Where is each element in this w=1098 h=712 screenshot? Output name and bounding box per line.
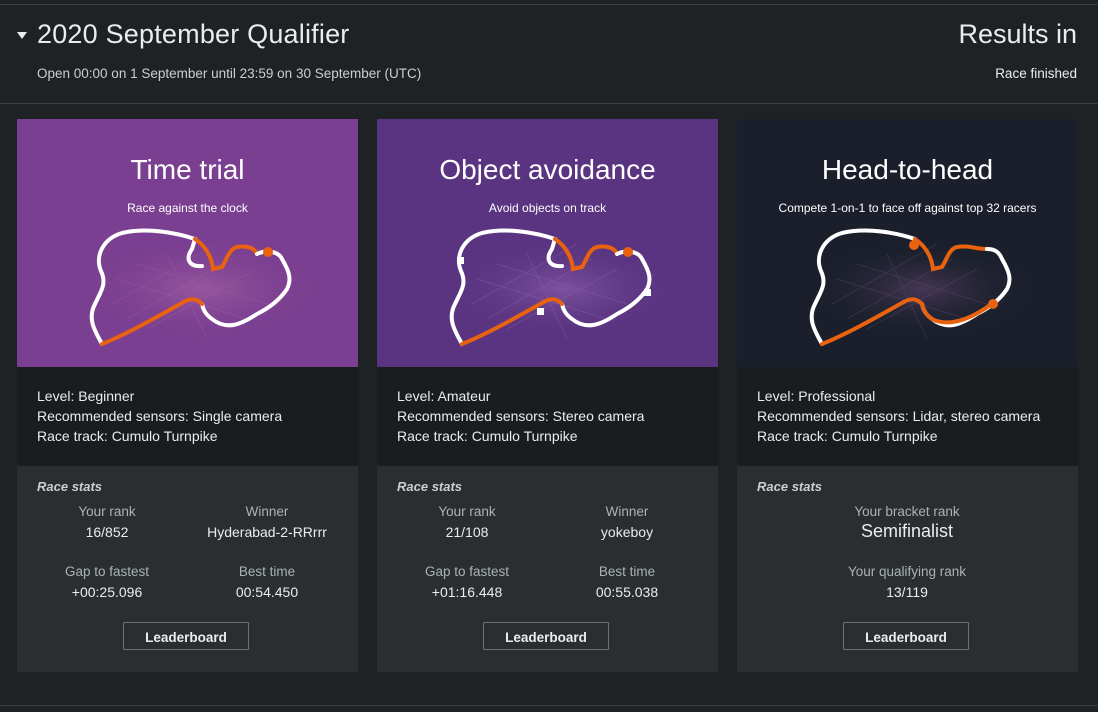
card-hero: Head-to-head Compete 1-on-1 to face off … bbox=[737, 119, 1078, 367]
level-text: Level: Professional bbox=[757, 388, 876, 404]
card-title: Object avoidance bbox=[439, 154, 656, 185]
qualifying-rank-value: 13/119 bbox=[886, 584, 928, 600]
card-subtitle: Avoid objects on track bbox=[488, 201, 607, 215]
race-stats-title: Race stats bbox=[757, 479, 823, 494]
winner-label: Winner bbox=[245, 504, 289, 519]
leaderboard-button[interactable]: Leaderboard bbox=[123, 622, 249, 650]
best-time-stat: Best time 00:55.038 bbox=[547, 564, 707, 600]
card-subtitle: Compete 1-on-1 to face off against top 3… bbox=[778, 201, 1037, 215]
best-time-value: 00:54.450 bbox=[235, 584, 299, 600]
sensors-text: Recommended sensors: Lidar, stereo camer… bbox=[757, 408, 1041, 424]
card-hero: Object avoidance Avoid objects on track bbox=[377, 119, 718, 367]
page-title[interactable]: 2020 September Qualifier bbox=[37, 19, 349, 50]
race-track-illustration bbox=[442, 228, 682, 346]
race-stats-title: Race stats bbox=[37, 479, 103, 494]
track-text: Race track: Cumulo Turnpike bbox=[37, 428, 218, 444]
race-window: Open 00:00 on 1 September until 23:59 on… bbox=[37, 66, 422, 81]
results-countdown: Results in bbox=[958, 19, 1077, 49]
winner-stat: Winner yokeboy bbox=[547, 504, 707, 540]
bracket-rank-stat: Your bracket rank Semifinalist bbox=[807, 504, 1007, 542]
track-text: Race track: Cumulo Turnpike bbox=[397, 428, 578, 444]
winner-label: Winner bbox=[605, 504, 649, 519]
card-title: Time trial bbox=[130, 154, 245, 185]
rank-value: 16/852 bbox=[85, 524, 129, 540]
card-time-trial: Time trial Race against the clock Level:… bbox=[17, 119, 358, 672]
gap-label: Gap to fastest bbox=[424, 564, 510, 579]
race-stats: Race stats Your bracket rank Semifinalis… bbox=[737, 466, 1078, 672]
level-text: Level: Beginner bbox=[37, 388, 135, 404]
race-track-illustration bbox=[802, 228, 1042, 346]
best-time-label: Best time bbox=[598, 564, 656, 579]
collapse-caret-icon[interactable] bbox=[17, 32, 27, 39]
sensors-text: Recommended sensors: Single camera bbox=[37, 408, 283, 424]
race-status: Race finished bbox=[995, 66, 1077, 81]
bracket-rank-value: Semifinalist bbox=[860, 521, 954, 541]
card-title: Head-to-head bbox=[821, 154, 994, 185]
leaderboard-button[interactable]: Leaderboard bbox=[843, 622, 969, 650]
level-text: Level: Amateur bbox=[397, 388, 491, 404]
card-details: Level: Professional Recommended sensors:… bbox=[737, 367, 1078, 466]
track-text: Race track: Cumulo Turnpike bbox=[757, 428, 938, 444]
header-divider bbox=[0, 103, 1098, 104]
card-subtitle: Race against the clock bbox=[127, 201, 248, 215]
race-stats: Race stats Your rank 21/108 Winner yokeb… bbox=[377, 466, 718, 672]
best-time-stat: Best time 00:54.450 bbox=[187, 564, 347, 600]
qualifier-header: 2020 September Qualifier Open 00:00 on 1… bbox=[0, 5, 1098, 103]
leaderboard-button[interactable]: Leaderboard bbox=[483, 622, 609, 650]
rank-stat: Your rank 16/852 bbox=[27, 504, 187, 540]
race-stats-title: Race stats bbox=[397, 479, 463, 494]
sensors-text: Recommended sensors: Stereo camera bbox=[397, 408, 645, 424]
best-time-value: 00:55.038 bbox=[595, 584, 659, 600]
winner-value: Hyderabad-2-RRrrr bbox=[207, 524, 327, 540]
rank-value: 21/108 bbox=[445, 524, 489, 540]
gap-value: +00:25.096 bbox=[71, 584, 143, 600]
rank-stat: Your rank 21/108 bbox=[387, 504, 547, 540]
gap-stat: Gap to fastest +00:25.096 bbox=[27, 564, 187, 600]
card-object-avoidance: Object avoidance Avoid objects on track bbox=[377, 119, 718, 672]
gap-stat: Gap to fastest +01:16.448 bbox=[387, 564, 547, 600]
bracket-rank-label: Your bracket rank bbox=[854, 504, 960, 519]
race-stats: Race stats Your rank 16/852 Winner Hyder… bbox=[17, 466, 358, 672]
bottom-divider bbox=[0, 705, 1098, 706]
gap-value: +01:16.448 bbox=[431, 584, 503, 600]
qualifying-rank-label: Your qualifying rank bbox=[847, 564, 967, 579]
card-details: Level: Beginner Recommended sensors: Sin… bbox=[17, 367, 358, 466]
winner-value: yokeboy bbox=[600, 524, 654, 540]
race-track-illustration bbox=[82, 228, 322, 346]
rank-label: Your rank bbox=[438, 504, 496, 519]
winner-stat: Winner Hyderabad-2-RRrrr bbox=[187, 504, 347, 540]
card-head-to-head: Head-to-head Compete 1-on-1 to face off … bbox=[737, 119, 1078, 672]
rank-label: Your rank bbox=[78, 504, 136, 519]
qualifying-rank-stat: Your qualifying rank 13/119 bbox=[807, 564, 1007, 600]
card-hero: Time trial Race against the clock bbox=[17, 119, 358, 367]
gap-label: Gap to fastest bbox=[64, 564, 150, 579]
best-time-label: Best time bbox=[238, 564, 296, 579]
card-details: Level: Amateur Recommended sensors: Ster… bbox=[377, 367, 718, 466]
